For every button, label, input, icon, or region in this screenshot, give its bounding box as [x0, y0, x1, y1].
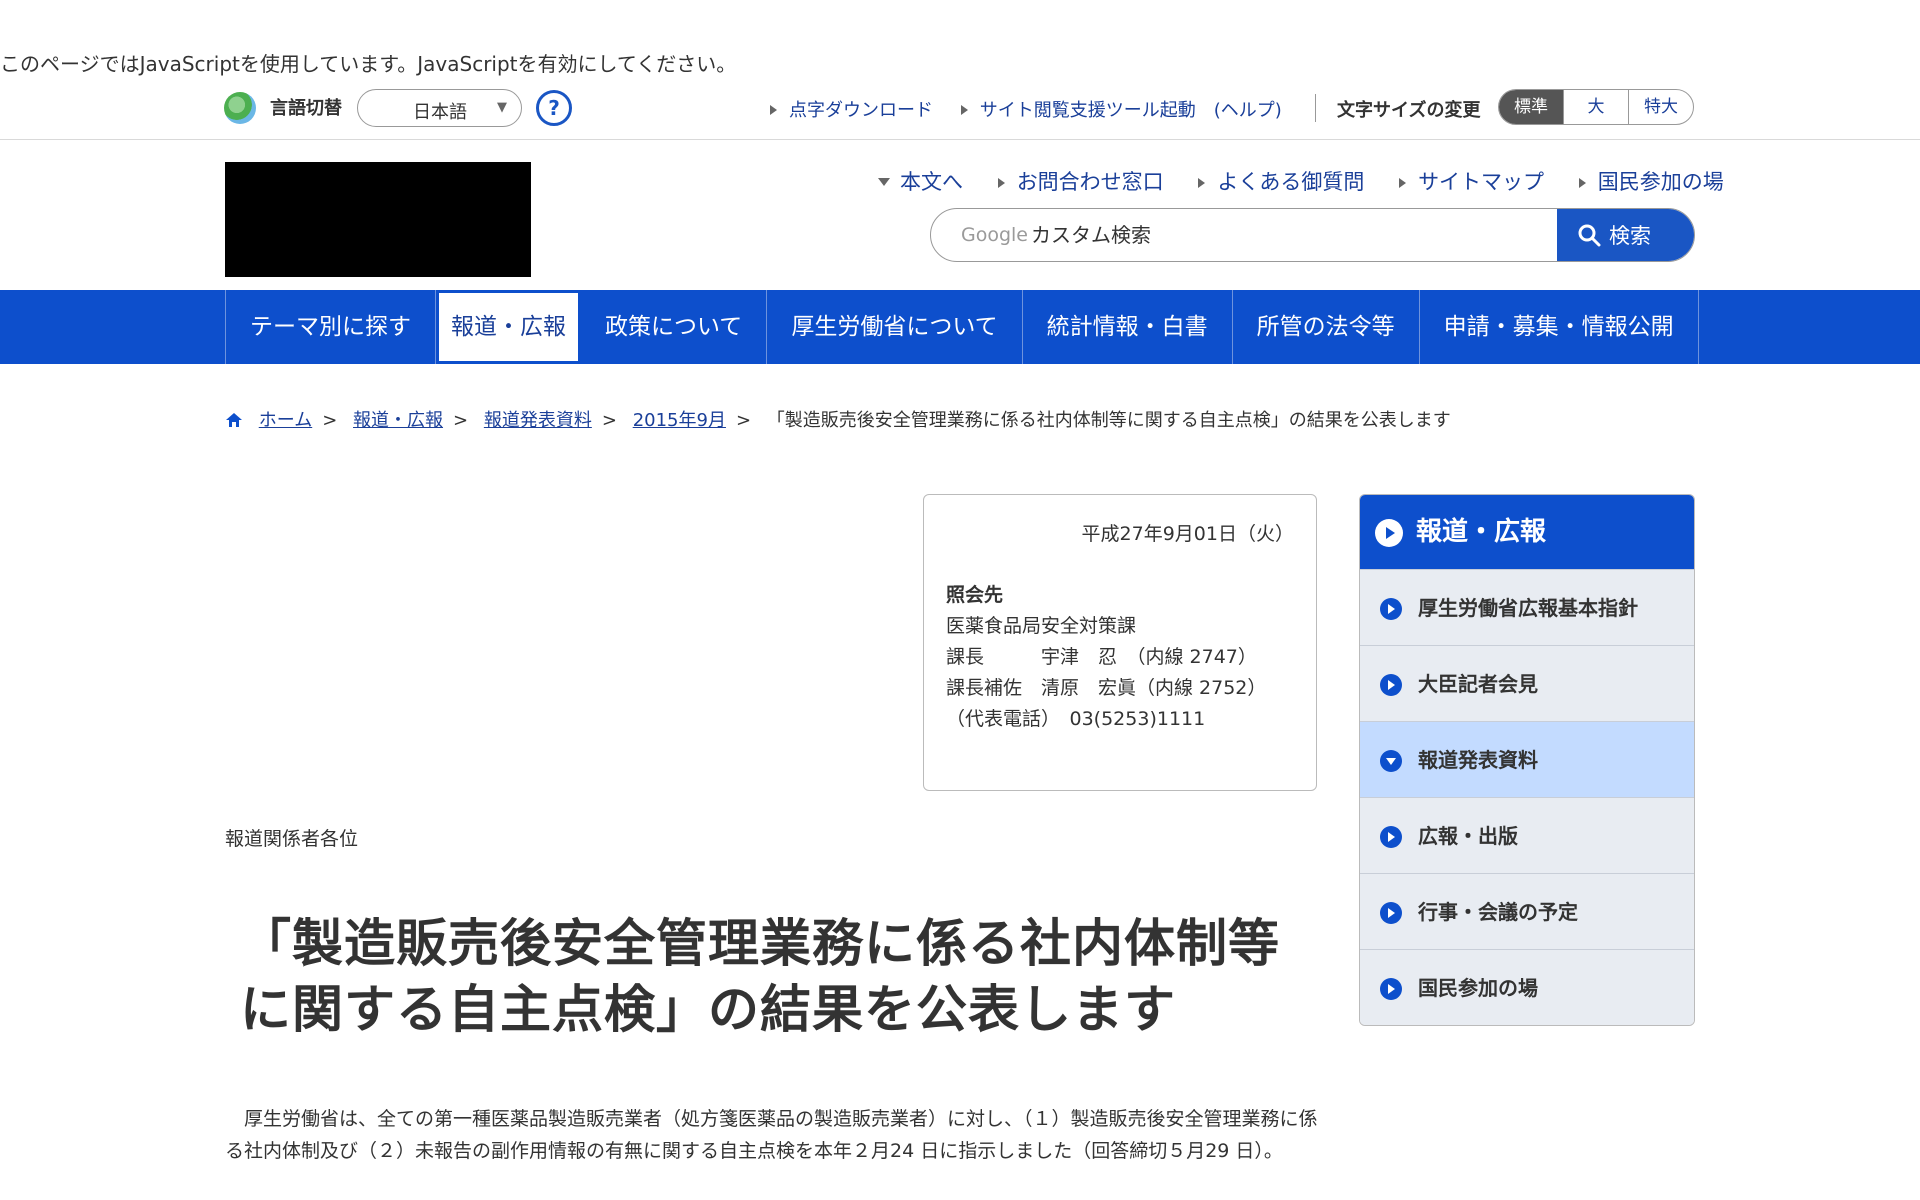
nav-laws[interactable]: 所管の法令等 [1233, 290, 1420, 364]
breadcrumb-home[interactable]: ホーム [259, 410, 312, 431]
arrow-circle-icon [1380, 826, 1402, 848]
home-icon [226, 413, 242, 427]
global-nav: テーマ別に探す 報道・広報 政策について 厚生労働省について 統計情報・白書 所… [0, 290, 1920, 364]
contact-box: 平成27年9月01日（火） 照会先 医薬食品局安全対策課 課長 宇津 忍 （内線… [923, 494, 1317, 791]
font-size-switcher: 標準 大 特大 [1498, 89, 1694, 125]
font-size-label: 文字サイズの変更 [1337, 100, 1481, 121]
arrow-circle-icon [1375, 519, 1403, 547]
skip-to-content-link[interactable]: 本文へ [878, 170, 963, 194]
breadcrumb-press-releases[interactable]: 報道発表資料 [484, 410, 592, 431]
utility-bar: 言語切替 日本語 ▼ ? 点字ダウンロード サイト閲覧支援ツール起動 (ヘルプ)… [0, 84, 1920, 140]
arrow-right-icon [997, 178, 1005, 188]
sidebar: 報道・広報 厚生労働省広報基本指針 大臣記者会見 報道発表資料 広報・出版 行事… [1359, 494, 1695, 1026]
arrow-circle-icon [1380, 902, 1402, 924]
language-select[interactable]: 日本語 ▼ [357, 89, 522, 127]
search-box: Google 検索 [930, 208, 1695, 262]
breadcrumb-separator: > [322, 410, 338, 431]
nav-applications[interactable]: 申請・募集・情報公開 [1420, 290, 1699, 364]
globe-icon [224, 92, 256, 124]
font-size-large-button[interactable]: 大 [1563, 90, 1628, 124]
language-selected: 日本語 [413, 102, 467, 123]
arrow-right-icon [770, 105, 777, 115]
braille-download-link[interactable]: 点字ダウンロード [770, 100, 933, 121]
chevron-down-icon: ▼ [497, 100, 507, 115]
breadcrumb-separator: > [735, 410, 752, 431]
help-icon[interactable]: ? [536, 90, 572, 126]
divider [1315, 94, 1316, 122]
nav-press[interactable]: 報道・広報 [436, 290, 581, 364]
language-label: 言語切替 [270, 98, 342, 119]
body-paragraph: 厚生労働省は、全ての第一種医薬品製造販売業者（処方箋医薬品の製造販売業者）に対し… [225, 1108, 1318, 1162]
arrow-down-icon [878, 178, 890, 186]
arrow-right-icon [1198, 178, 1206, 188]
sidebar-title[interactable]: 報道・広報 [1360, 495, 1694, 569]
breadcrumb-month[interactable]: 2015年9月 [633, 410, 726, 431]
contact-title: 照会先 [946, 584, 1004, 606]
public-participation-link[interactable]: 国民参加の場 [1578, 170, 1724, 194]
arrow-circle-icon [1380, 598, 1402, 620]
utility-links: 点字ダウンロード サイト閲覧支援ツール起動 (ヘルプ) [770, 96, 1304, 122]
arrow-circle-icon [1380, 674, 1402, 696]
search-icon [1578, 224, 1601, 247]
nav-policy[interactable]: 政策について [581, 290, 768, 364]
contact-line: （代表電話） 03(5253)1111 [946, 708, 1206, 730]
sidebar-item-publications[interactable]: 広報・出版 [1360, 797, 1694, 873]
nav-statistics[interactable]: 統計情報・白書 [1023, 290, 1233, 364]
site-logo[interactable] [225, 162, 531, 277]
noscript-message: このページではJavaScriptを使用しています。JavaScriptを有効に… [0, 52, 737, 76]
faq-link[interactable]: よくある御質問 [1198, 170, 1364, 194]
contact-line: 医薬食品局安全対策課 [946, 615, 1137, 637]
search-button[interactable]: 検索 [1557, 209, 1694, 261]
arrow-right-icon [960, 105, 968, 115]
contact-line: 課長補佐 清原 宏眞（内線 2752） [946, 677, 1267, 699]
arrow-right-icon [1399, 178, 1407, 188]
release-date: 平成27年9月01日（火） [1081, 523, 1294, 545]
accessibility-tool-link[interactable]: サイト閲覧支援ツール起動 (ヘルプ) [960, 100, 1282, 121]
sidebar-item-pr-guideline[interactable]: 厚生労働省広報基本指針 [1360, 569, 1694, 645]
breadcrumb-press[interactable]: 報道・広報 [353, 410, 443, 431]
search-input[interactable] [1031, 217, 1471, 253]
nav-theme[interactable]: テーマ別に探す [226, 290, 436, 364]
breadcrumb-current: 「製造販売後安全管理業務に係る社内体制等に関する自主点検」の結果を公表します [766, 410, 1451, 431]
sidebar-item-events[interactable]: 行事・会議の予定 [1360, 873, 1694, 949]
font-size-xlarge-button[interactable]: 特大 [1628, 90, 1693, 124]
sidebar-item-press-releases[interactable]: 報道発表資料 [1360, 721, 1694, 797]
addressee: 報道関係者各位 [225, 828, 359, 850]
breadcrumb-separator: > [601, 410, 617, 431]
breadcrumb: ホーム > 報道・広報 > 報道発表資料 > 2015年9月 > 「製造販売後安全管理業… [225, 406, 1451, 432]
header-links: 本文へ お問合わせ窓口 よくある御質問 サイトマップ 国民参加の場 [850, 166, 1724, 196]
breadcrumb-separator: > [453, 410, 469, 431]
page-title: 「製造販売後安全管理業務に係る社内体制等に関する自主点検」の結果を公表します [240, 915, 1281, 1040]
arrow-circle-icon [1380, 978, 1402, 1000]
sidebar-item-press-conference[interactable]: 大臣記者会見 [1360, 645, 1694, 721]
sitemap-link[interactable]: サイトマップ [1399, 170, 1544, 194]
arrow-circle-down-icon [1380, 750, 1402, 772]
contact-line: 課長 宇津 忍 （内線 2747） [946, 646, 1257, 668]
nav-about[interactable]: 厚生労働省について [767, 290, 1023, 364]
font-size-standard-button[interactable]: 標準 [1499, 90, 1563, 124]
sidebar-item-participation[interactable]: 国民参加の場 [1360, 949, 1694, 1025]
google-brand: Google [961, 224, 1029, 246]
contact-link[interactable]: お問合わせ窓口 [997, 170, 1164, 194]
arrow-right-icon [1578, 178, 1586, 188]
